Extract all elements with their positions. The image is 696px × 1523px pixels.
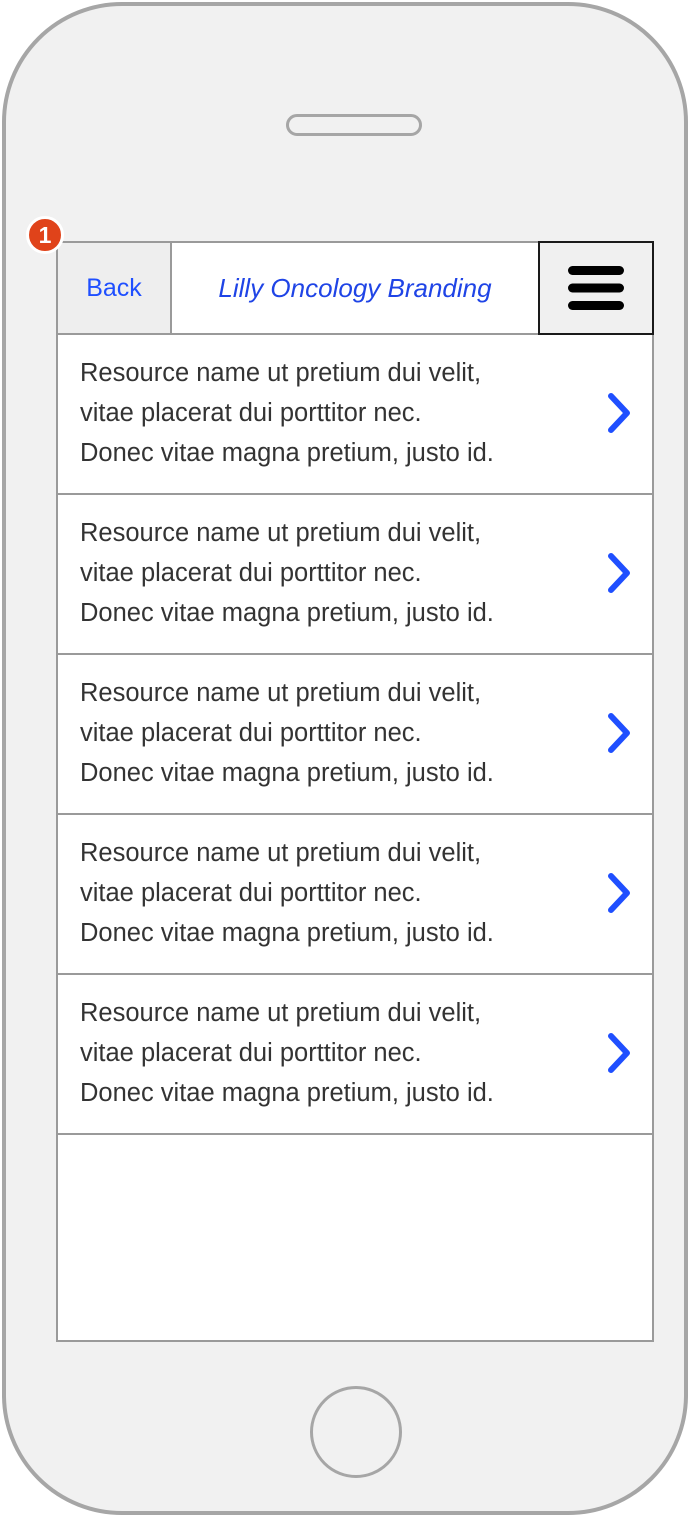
- list-item-line: Donec vitae magna pretium, justo id.: [80, 439, 494, 467]
- list-item-text: Resource name ut pretium dui velit, vita…: [80, 993, 590, 1113]
- list-item-line: vitae placerat dui porttitor nec.: [80, 879, 422, 907]
- app-header: Back Lilly Oncology Branding: [58, 241, 654, 335]
- list-item[interactable]: Resource name ut pretium dui velit, vita…: [58, 815, 652, 975]
- list-item-line: Resource name ut pretium dui velit,: [80, 519, 482, 547]
- phone-frame: Back Lilly Oncology Branding Resource na…: [2, 2, 688, 1515]
- chevron-right-icon: [608, 393, 630, 433]
- list-item-text: Resource name ut pretium dui velit, vita…: [80, 833, 590, 953]
- list-item[interactable]: Resource name ut pretium dui velit, vita…: [58, 335, 652, 495]
- resource-list: Resource name ut pretium dui velit, vita…: [58, 335, 652, 1135]
- list-item[interactable]: Resource name ut pretium dui velit, vita…: [58, 975, 652, 1135]
- list-item-line: Donec vitae magna pretium, justo id.: [80, 599, 494, 627]
- list-item-line: vitae placerat dui porttitor nec.: [80, 399, 422, 427]
- chevron-right-icon: [608, 873, 630, 913]
- list-item-text: Resource name ut pretium dui velit, vita…: [80, 353, 590, 473]
- page-title: Lilly Oncology Branding: [218, 272, 492, 303]
- list-item-text: Resource name ut pretium dui velit, vita…: [80, 513, 590, 633]
- back-button[interactable]: Back: [58, 243, 172, 333]
- list-item-line: vitae placerat dui porttitor nec.: [80, 719, 422, 747]
- list-item-line: Resource name ut pretium dui velit,: [80, 999, 482, 1027]
- phone-screen: Back Lilly Oncology Branding Resource na…: [56, 241, 654, 1342]
- list-item-line: vitae placerat dui porttitor nec.: [80, 1039, 422, 1067]
- chevron-right-icon: [608, 713, 630, 753]
- list-item-line: Resource name ut pretium dui velit,: [80, 359, 482, 387]
- list-item-line: Resource name ut pretium dui velit,: [80, 679, 482, 707]
- list-item[interactable]: Resource name ut pretium dui velit, vita…: [58, 495, 652, 655]
- home-button[interactable]: [310, 1386, 402, 1478]
- chevron-right-icon: [608, 553, 630, 593]
- annotation-badge: 1: [26, 216, 64, 254]
- phone-speaker: [286, 114, 422, 136]
- list-item-line: vitae placerat dui porttitor nec.: [80, 559, 422, 587]
- menu-button[interactable]: [538, 241, 654, 335]
- list-item[interactable]: Resource name ut pretium dui velit, vita…: [58, 655, 652, 815]
- list-item-line: Donec vitae magna pretium, justo id.: [80, 1079, 494, 1107]
- back-button-label: Back: [86, 273, 142, 302]
- chevron-right-icon: [608, 1033, 630, 1073]
- hamburger-menu-icon: [568, 266, 624, 310]
- list-item-line: Donec vitae magna pretium, justo id.: [80, 759, 494, 787]
- list-item-line: Donec vitae magna pretium, justo id.: [80, 919, 494, 947]
- list-item-line: Resource name ut pretium dui velit,: [80, 839, 482, 867]
- list-item-text: Resource name ut pretium dui velit, vita…: [80, 673, 590, 793]
